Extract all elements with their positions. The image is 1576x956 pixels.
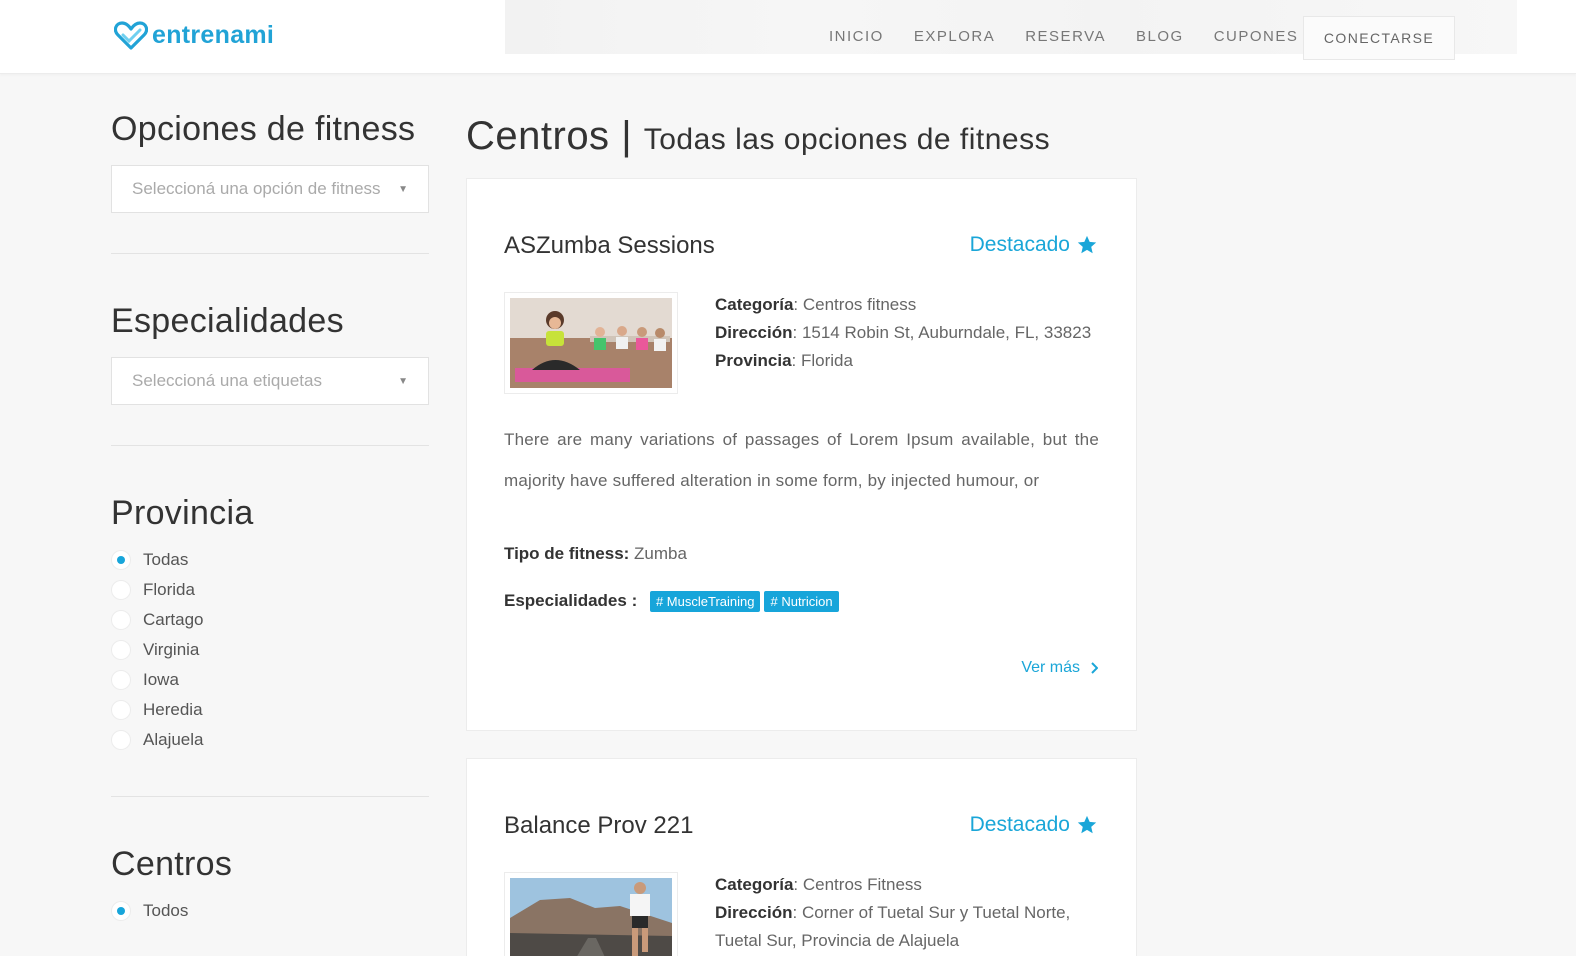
- fitness-type-value: Zumba: [634, 544, 687, 563]
- fitness-type-label: Tipo de fitness:: [504, 544, 630, 563]
- fitness-options-title: Opciones de fitness: [111, 110, 416, 148]
- nav-blog[interactable]: BLOG: [1136, 28, 1184, 45]
- tag-muscle-training[interactable]: # MuscleTraining: [649, 591, 761, 613]
- see-more-label: Ver más: [1021, 659, 1080, 676]
- listing-card: ASZumba Sessions Destacado Categoría: Ce…: [466, 178, 1137, 731]
- radio-label: Florida: [143, 580, 195, 599]
- fitness-type-row: Tipo de fitness: Zumba: [504, 544, 687, 564]
- listing-name[interactable]: Balance Prov 221: [504, 812, 693, 840]
- divider: [111, 796, 429, 797]
- brand-name: entrenami: [152, 20, 275, 49]
- nav-inicio[interactable]: INICIO: [829, 28, 884, 45]
- dropdown-arrow-icon: ▼: [398, 375, 408, 387]
- yoga-class-photo: [510, 298, 672, 388]
- province-option-cartago[interactable]: Cartago: [111, 605, 429, 635]
- province-radio-group: Todas Florida Cartago Virginia Iowa Here…: [111, 545, 429, 755]
- brand-logo[interactable]: entrenami: [114, 20, 274, 50]
- province-option-florida[interactable]: Florida: [111, 575, 429, 605]
- radio-button[interactable]: [111, 640, 131, 660]
- category-value: Centros fitness: [802, 295, 917, 314]
- category-label: Categoría: [715, 875, 794, 894]
- category-label: Categoría: [715, 295, 794, 314]
- fitness-select-placeholder: Seleccioná una opción de fitness: [132, 179, 381, 198]
- listing-details: Categoría: Centros Fitness Dirección: Co…: [715, 871, 1105, 955]
- nav-reserva[interactable]: RESERVA: [1025, 28, 1106, 45]
- radio-button[interactable]: [111, 730, 131, 750]
- category-row: Categoría: Centros fitness: [715, 295, 917, 314]
- radio-button[interactable]: [111, 700, 131, 720]
- province-value: Florida: [801, 351, 853, 370]
- divider: [111, 253, 429, 254]
- radio-label: Alajuela: [143, 730, 204, 749]
- specialties-select[interactable]: Seleccioná una etiquetas ▼: [111, 357, 429, 405]
- listing-card: Balance Prov 221 Destacado Categoría: Ce…: [466, 758, 1137, 956]
- heart-logo-icon: [114, 21, 148, 50]
- province-option-iowa[interactable]: Iowa: [111, 665, 429, 695]
- centers-radio-group: Todos: [111, 896, 429, 926]
- province-title: Provincia: [111, 494, 254, 532]
- featured-label: Destacado: [969, 813, 1070, 836]
- dropdown-arrow-icon: ▼: [398, 183, 408, 195]
- radio-label: Todos: [143, 901, 189, 920]
- nav-cupones[interactable]: CUPONES: [1214, 28, 1299, 45]
- address-label: Dirección: [715, 903, 793, 922]
- radio-label: Virginia: [143, 640, 200, 659]
- province-option-heredia[interactable]: Heredia: [111, 695, 429, 725]
- address-value: 1514 Robin St, Auburndale, FL, 33823: [801, 323, 1092, 342]
- radio-button[interactable]: [111, 901, 131, 921]
- category-value: Centros Fitness: [802, 875, 922, 894]
- province-option-alajuela[interactable]: Alajuela: [111, 725, 429, 755]
- centers-option-todos[interactable]: Todos: [111, 896, 429, 926]
- radio-selected-dot: [117, 556, 125, 564]
- category-row: Categoría: Centros Fitness: [715, 875, 922, 894]
- radio-label: Cartago: [143, 610, 204, 629]
- radio-button[interactable]: [111, 610, 131, 630]
- featured-badge: Destacado: [970, 233, 1098, 257]
- tag-list: # MuscleTraining # Nutricion: [649, 591, 839, 613]
- radio-button[interactable]: [111, 670, 131, 690]
- address-row: Dirección: Corner of Tuetal Sur y Tuetal…: [715, 903, 1071, 950]
- nav-explora[interactable]: EXPLORA: [914, 28, 995, 45]
- top-header: entrenami INICIO EXPLORA RESERVA BLOG CU…: [0, 0, 1576, 74]
- fitness-option-select[interactable]: Seleccioná una opción de fitness ▼: [111, 165, 429, 213]
- connect-button[interactable]: CONECTARSE: [1303, 16, 1455, 60]
- listing-name[interactable]: ASZumba Sessions: [504, 232, 715, 260]
- page-subtitle: Todas las opciones de fitness: [643, 123, 1051, 156]
- radio-button[interactable]: [111, 580, 131, 600]
- featured-label: Destacado: [969, 233, 1070, 256]
- star-icon: [1077, 815, 1097, 834]
- address-row: Dirección: 1514 Robin St, Auburndale, FL…: [715, 323, 1092, 342]
- tag-nutricion[interactable]: # Nutricion: [764, 591, 839, 613]
- radio-label: Heredia: [143, 700, 203, 719]
- specialties-label: Especialidades :: [504, 591, 638, 610]
- centers-title: Centros: [111, 845, 233, 883]
- address-label: Dirección: [715, 323, 793, 342]
- listing-image[interactable]: [504, 872, 678, 956]
- featured-badge: Destacado: [970, 813, 1098, 837]
- see-more-link[interactable]: Ver más: [1021, 659, 1098, 677]
- page-title-main: Centros: [466, 114, 610, 158]
- filters-sidebar: Opciones de fitness Seleccioná una opció…: [111, 110, 429, 926]
- province-label: Provincia: [715, 351, 792, 370]
- page-title: Centros | Todas las opciones de fitness: [466, 114, 1050, 159]
- listing-description: There are many variations of passages of…: [504, 430, 1099, 490]
- main-nav: INICIO EXPLORA RESERVA BLOG CUPONES: [829, 28, 1328, 45]
- province-option-todas[interactable]: Todas: [111, 545, 429, 575]
- province-option-virginia[interactable]: Virginia: [111, 635, 429, 665]
- specialties-title: Especialidades: [111, 302, 344, 340]
- specialties-row: Especialidades : # MuscleTraining # Nutr…: [504, 591, 839, 613]
- divider: [111, 445, 429, 446]
- star-icon: [1077, 235, 1097, 254]
- radio-button[interactable]: [111, 550, 131, 570]
- province-row: Provincia: Florida: [715, 351, 853, 370]
- specialties-select-placeholder: Seleccioná una etiquetas: [132, 371, 322, 390]
- chevron-right-icon: [1091, 662, 1098, 674]
- radio-selected-dot: [117, 907, 125, 915]
- listing-image[interactable]: [504, 292, 678, 394]
- title-separator: |: [621, 114, 633, 158]
- runner-photo: [510, 878, 672, 956]
- radio-label: Iowa: [143, 670, 179, 689]
- listing-details: Categoría: Centros fitness Dirección: 15…: [715, 291, 1105, 375]
- radio-label: Todas: [143, 550, 189, 569]
